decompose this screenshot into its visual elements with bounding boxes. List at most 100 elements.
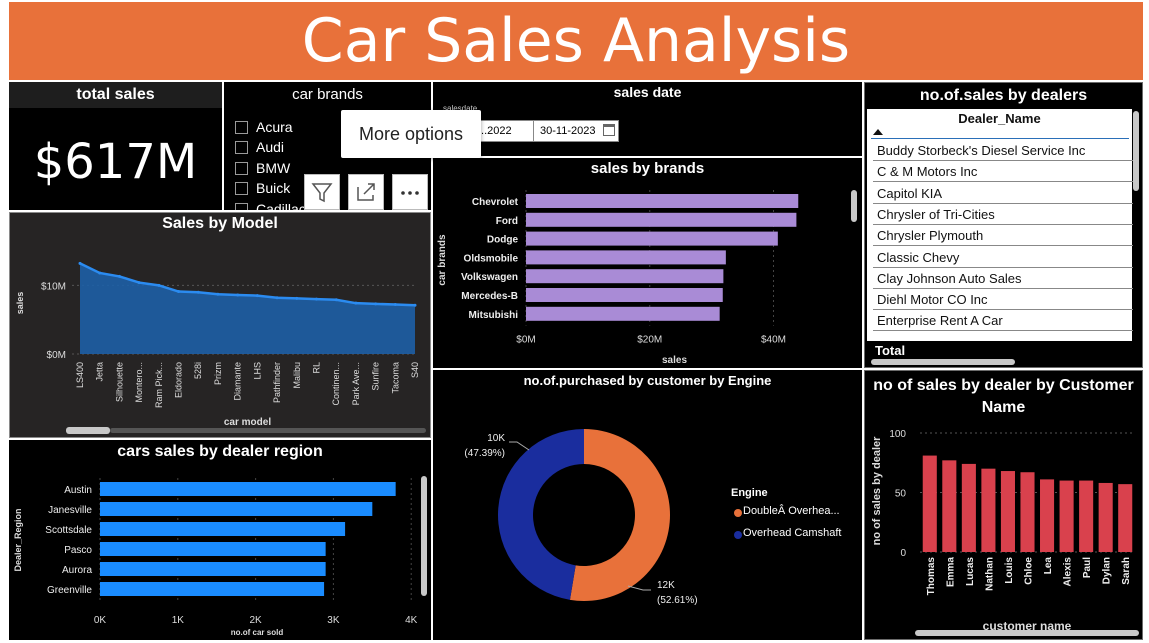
x-tick-label: Diamante — [233, 362, 243, 401]
bar — [100, 562, 326, 576]
dealers-table[interactable]: no.of.sales by dealers Dealer_Name Buddy… — [864, 82, 1143, 368]
y-tick-label: Greenville — [47, 585, 92, 596]
filter-button[interactable] — [304, 174, 340, 210]
y-tick-label: Mercedes-B — [461, 291, 518, 302]
slicer-item-acura[interactable]: Acura — [256, 119, 293, 135]
data-label-pct: (47.39%) — [464, 448, 505, 459]
slicer-item-bmw[interactable]: BMW — [256, 160, 290, 176]
table-row[interactable]: Chrysler of Tri-Cities — [873, 204, 1133, 225]
total-sales-card[interactable]: total sales $617M — [9, 82, 222, 210]
y-tick-label: Chevrolet — [472, 197, 519, 208]
table-row[interactable]: C & M Motors Inc — [873, 161, 1133, 182]
x-tick-label: Continen... — [331, 362, 341, 406]
x-tick-label: Emma — [945, 557, 956, 587]
data-point — [275, 296, 279, 300]
x-tick-label: Silhouette — [114, 362, 124, 402]
x-tick-label: Sarah — [1121, 557, 1132, 585]
customer-chart-scrollbar[interactable] — [915, 630, 1139, 636]
x-tick-label: $40M — [761, 335, 786, 346]
table-total-label: Total — [875, 343, 906, 358]
data-point — [334, 298, 338, 302]
bar — [100, 502, 373, 516]
x-tick-label: Prizm — [213, 362, 223, 385]
slicer-item-cadillac[interactable]: Cadillac — [256, 201, 306, 210]
data-point — [236, 293, 240, 297]
x-tick-label: Tacoma — [390, 362, 400, 394]
checkbox-cadillac[interactable] — [235, 203, 248, 210]
sales-by-brands-chart[interactable]: $0M $20M $40M Chevrolet Ford Dodge Oldsmobile V… — [433, 158, 862, 368]
sales-date-slicer[interactable]: sales date salesdate ...2022 30-11-2023 — [433, 82, 862, 156]
checkbox-acura[interactable] — [235, 121, 248, 134]
calendar-icon[interactable] — [603, 124, 615, 136]
filter-icon — [311, 183, 333, 203]
sales-by-model-chart[interactable]: $0M $10M LS400 Jetta Silhouette Montero... Ram… — [9, 212, 431, 438]
data-point — [255, 294, 259, 298]
x-axis-label: car model — [224, 417, 271, 428]
x-tick-label: $20M — [637, 335, 662, 346]
bar — [100, 522, 346, 536]
bar — [1040, 479, 1055, 552]
table-row[interactable]: Clay Johnson Auto Sales — [873, 268, 1133, 289]
label-leader — [509, 441, 530, 451]
slicer-item-buick[interactable]: Buick — [256, 180, 290, 196]
table-row[interactable]: Classic Chevy — [873, 247, 1133, 268]
table-row[interactable]: Enterprise Rent A Car — [873, 310, 1133, 331]
legend-item-overhead-camshaft[interactable]: Overhead Camshaft — [743, 527, 841, 539]
y-axis-label: Dealer_Region — [13, 508, 23, 571]
bar — [1118, 484, 1133, 552]
checkbox-audi[interactable] — [235, 141, 248, 154]
table-vertical-scrollbar[interactable] — [1133, 111, 1139, 191]
y-axis-label: car brands — [437, 234, 448, 286]
sales-by-region-chart[interactable]: 0K 1K 2K 3K 4K Austin Janesville Scottsdale Pasc… — [9, 440, 431, 640]
car-brands-title: car brands — [292, 86, 363, 103]
y-tick-label: Volkswagen — [461, 272, 518, 283]
y-tick-label: $10M — [41, 281, 66, 292]
x-tick-label: 3K — [327, 615, 340, 626]
x-tick-label: Eldorado — [174, 362, 184, 398]
sales-by-customer-chart[interactable]: 0 50 100 Thomas Emma Lucas Nathan Louis Chloe Lea… — [864, 370, 1143, 640]
model-chart-scrollbar[interactable] — [66, 427, 110, 434]
data-label-value: 12K — [657, 580, 675, 591]
data-point — [196, 290, 200, 294]
y-tick-label: $0M — [47, 350, 66, 361]
x-tick-label: $0M — [516, 335, 535, 346]
checkbox-buick[interactable] — [235, 182, 248, 195]
table-row[interactable]: Chrysler Plymouth — [873, 225, 1133, 246]
slicer-item-audi[interactable]: Audi — [256, 139, 284, 155]
sales-by-model-plot: $0M $10M LS400 Jetta Silhouette Montero... Ram… — [15, 261, 420, 428]
start-date-value: ...2022 — [478, 125, 512, 137]
legend-title: Engine — [731, 487, 768, 499]
focus-mode-button[interactable] — [348, 174, 384, 210]
bar — [1000, 471, 1015, 552]
end-date-input[interactable]: 30-11-2023 — [533, 120, 619, 142]
donut-slice — [498, 429, 584, 600]
report-title: Car Sales Analysis — [9, 2, 1143, 80]
data-point — [177, 290, 181, 294]
table-row[interactable]: Capitol KIA — [873, 183, 1133, 204]
x-tick-label: Louis — [1004, 557, 1015, 584]
table-row[interactable]: Diehl Motor CO Inc — [873, 289, 1133, 310]
engine-donut-chart[interactable]: 12K (52.61%) 10K (47.39%) no.of.purchased b… — [433, 370, 862, 640]
bar — [1059, 480, 1074, 552]
more-options-button[interactable] — [392, 174, 428, 210]
table-row[interactable]: Buddy Storbeck's Diesel Service Inc — [873, 140, 1133, 161]
x-tick-label: S40 — [410, 362, 420, 378]
y-axis-label: no of sales by dealer — [871, 436, 883, 546]
region-chart-scrollbar[interactable] — [421, 476, 427, 596]
more-options-tooltip: More options — [341, 110, 481, 158]
bar — [1098, 482, 1113, 552]
checkbox-bmw[interactable] — [235, 162, 248, 175]
x-tick-label: 4K — [405, 615, 418, 626]
legend-item-double-overhead[interactable]: DoubleÂ Overhea... — [743, 505, 840, 517]
table-horizontal-scrollbar[interactable] — [871, 359, 1015, 365]
y-tick-label: Dodge — [487, 235, 519, 246]
column-header-dealer-name[interactable]: Dealer_Name — [867, 111, 1132, 126]
sales-by-region-plot: 0K 1K 2K 3K 4K Austin Janesville Scottsdale Pasc… — [13, 478, 418, 637]
sales-by-region-title: cars sales by dealer region — [117, 443, 323, 460]
model-chart-scrolltrack — [110, 428, 426, 433]
data-point — [78, 261, 82, 265]
brands-chart-scrollbar[interactable] — [851, 190, 857, 222]
x-tick-label: Lea — [1043, 557, 1054, 575]
data-point — [314, 297, 318, 301]
bar — [526, 306, 720, 321]
